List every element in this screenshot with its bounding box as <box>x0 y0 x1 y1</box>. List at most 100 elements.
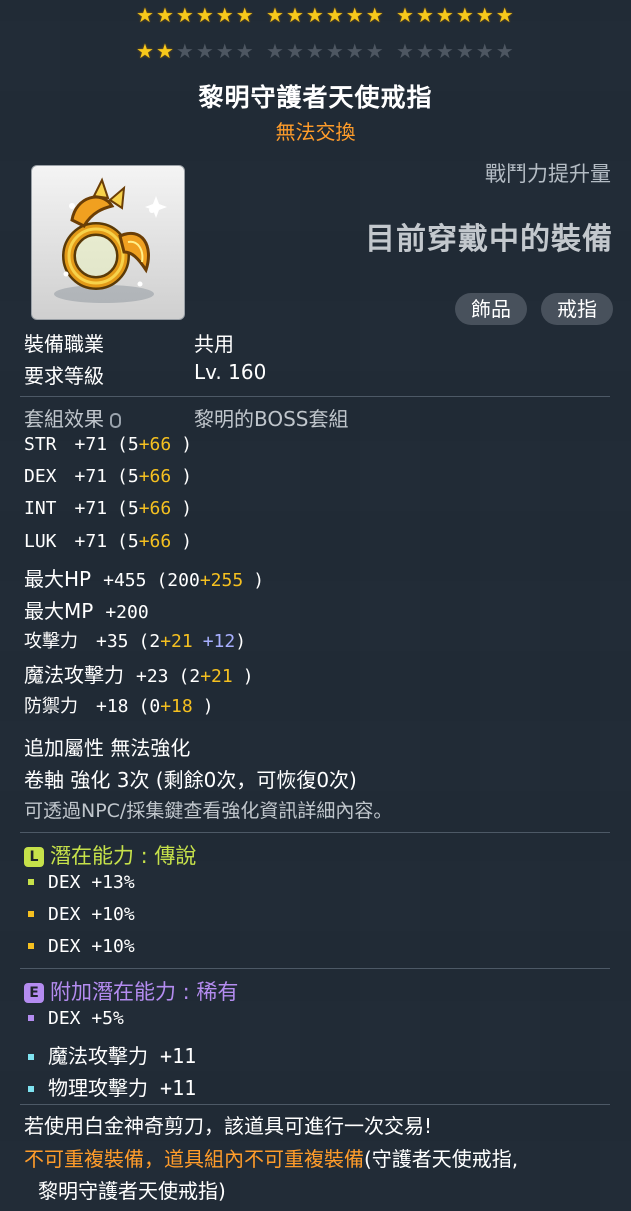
stat-bonus: +18 <box>160 695 193 717</box>
divider <box>20 832 610 833</box>
star-filled-icon: ★ <box>195 3 214 27</box>
star-empty-icon: ★ <box>415 39 434 63</box>
stat-total: +35 <box>96 631 129 653</box>
star-filled-icon: ★ <box>136 3 154 27</box>
angel-ring-icon <box>54 177 167 303</box>
stat-bonus: +66 <box>138 498 172 520</box>
divider <box>20 1104 610 1105</box>
star-filled-icon: ★ <box>365 3 384 27</box>
star-group: ★ ★ ★ ★ ★ ★ <box>136 4 254 26</box>
stat-close: ) <box>235 631 247 653</box>
stat-base: (2 <box>178 666 201 688</box>
stat-close: ) <box>202 695 214 717</box>
bullet-icon <box>28 878 34 885</box>
star-group: ★ ★ ★ ★ ★ ★ <box>396 4 514 26</box>
set-effect-value: 黎明的BOSS套組 <box>194 407 349 431</box>
stat-close: ) <box>181 466 193 488</box>
star-group: ★ ★ ★ ★ ★ ★ <box>266 40 384 62</box>
tag-accessory: 飾品 <box>455 293 527 325</box>
potential-line-text: DEX +10% <box>48 904 135 925</box>
stat-base: (2 <box>138 631 161 653</box>
set-effect-row: 套組效果 <box>24 403 121 432</box>
epic-grade-icon: E <box>24 983 44 1003</box>
star-empty-icon: ★ <box>345 39 364 63</box>
star-filled-icon: ★ <box>155 39 174 63</box>
stat-name: 防禦力 <box>24 695 78 717</box>
scroll-label: 卷軸 強化 <box>24 768 111 792</box>
stat-name: DEX <box>24 466 57 488</box>
stat-name: STR <box>24 434 57 455</box>
lock-icon <box>110 413 121 428</box>
star-empty-icon: ★ <box>495 39 514 63</box>
item-name: 黎明守護者天使戒指 <box>198 83 433 112</box>
equip-warning-items: (守護者天使戒指, <box>364 1147 519 1171</box>
tag-ring: 戒指 <box>541 293 613 325</box>
star-filled-icon: ★ <box>495 3 514 27</box>
star-filled-icon: ★ <box>155 3 174 27</box>
star-empty-icon: ★ <box>235 39 254 63</box>
star-filled-icon: ★ <box>235 3 254 27</box>
set-effect-label: 套組效果 <box>24 407 104 431</box>
stat-row: STR +71 (5+66) <box>24 434 192 455</box>
job-value: 共用 <box>194 332 234 356</box>
scroll-value: 3次 (剩餘0次，可恢復0次) <box>116 768 357 792</box>
star-empty-icon: ★ <box>305 39 324 63</box>
stat-row: DEX +71 (5+66) <box>24 466 192 487</box>
stat-total: +71 <box>74 434 108 455</box>
star-filled-icon: ★ <box>175 3 194 27</box>
star-group: ★ ★ ★ ★ ★ ★ <box>266 4 384 26</box>
stat-name: INT <box>24 498 57 520</box>
potential-line-text: DEX +10% <box>48 936 135 957</box>
stat-bonus: +66 <box>138 466 172 488</box>
stat-name: LUK <box>24 530 57 552</box>
stat-name: 魔法攻擊力 <box>24 663 124 688</box>
bullet-icon <box>28 910 34 917</box>
stat-total: +71 <box>74 466 108 488</box>
potential-line-text: 物理攻擊力 +11 <box>48 1076 197 1100</box>
starforce-row-2: ★ ★ ★ ★ ★ ★ ★ ★ ★ ★ ★ ★ ★ ★ ★ ★ ★ ★ <box>0 40 631 66</box>
stat-close: ) <box>242 666 254 688</box>
star-empty-icon: ★ <box>175 39 194 63</box>
equip-warning-main: 不可重複裝備，道具組內不可重複裝備 <box>24 1147 364 1171</box>
stat-bonus: +21 <box>200 666 233 688</box>
bullet-icon <box>28 1014 34 1021</box>
scissors-note: 若使用白金神奇剪刀，該道具可進行一次交易! <box>24 1114 433 1138</box>
level-label: 要求等級 <box>24 364 104 388</box>
star-empty-icon: ★ <box>266 39 284 63</box>
stat-base: (0 <box>138 695 161 717</box>
stat-row: INT +71 (5+66) <box>24 498 192 519</box>
stat-bonus: +21 <box>160 631 193 653</box>
currently-equipped-label: 目前穿戴中的裝備 <box>365 222 613 257</box>
combat-power-label: 戰鬥力提升量 <box>485 162 611 186</box>
stat-base: (5 <box>117 498 139 520</box>
stat-name: 最大MP <box>24 599 94 623</box>
star-empty-icon: ★ <box>285 39 304 63</box>
star-empty-icon: ★ <box>435 39 454 63</box>
star-filled-icon: ★ <box>285 3 304 27</box>
stat-row: 魔法攻擊力 +23 (2+21) <box>24 659 254 688</box>
enhance-hint: 可透過NPC/採集鍵查看強化資訊詳細內容。 <box>24 800 393 822</box>
stat-close: ) <box>181 434 193 455</box>
stat-total: +200 <box>105 602 149 623</box>
star-filled-icon: ★ <box>455 3 474 27</box>
bonus-potential-title: 附加潛在能力 : 稀有 <box>50 980 239 1004</box>
star-group: ★ ★ ★ ★ ★ ★ <box>396 40 514 62</box>
star-filled-icon: ★ <box>305 3 324 27</box>
stat-base: (5 <box>117 530 139 552</box>
potential-line: 物理攻擊力 +11 <box>24 1072 196 1101</box>
star-filled-icon: ★ <box>345 3 364 27</box>
potential-line: DEX +13% <box>24 872 135 893</box>
potential-title: 潛在能力 : 傳說 <box>50 844 197 868</box>
divider <box>20 396 610 397</box>
stat-row: 最大MP +200 <box>24 595 169 624</box>
stat-name: 最大HP <box>24 566 92 591</box>
stat-extra: +12 <box>202 631 236 653</box>
item-icon-frame <box>31 165 185 320</box>
bullet-icon <box>28 1085 34 1092</box>
star-empty-icon: ★ <box>215 39 234 63</box>
stat-total: +71 <box>74 530 108 552</box>
star-filled-icon: ★ <box>396 3 414 27</box>
stat-total: +23 <box>136 666 169 688</box>
potential-line: 魔法攻擊力 +11 <box>24 1040 196 1069</box>
equip-warning-line2: 黎明守護者天使戒指) <box>38 1179 226 1203</box>
